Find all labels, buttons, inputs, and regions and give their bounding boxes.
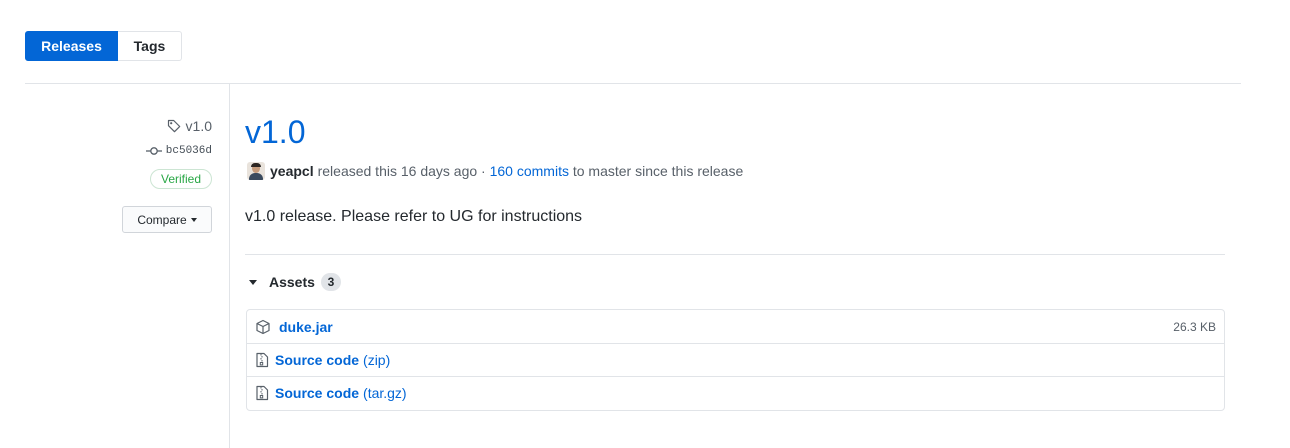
sidebar-tag-label: v1.0	[185, 118, 212, 134]
assets-label: Assets	[269, 274, 315, 290]
verified-badge[interactable]: Verified	[150, 169, 212, 189]
file-zip-icon	[255, 385, 271, 401]
tag-icon	[167, 119, 180, 133]
sidebar-commit-sha: bc5036d	[165, 145, 212, 157]
assets-divider	[245, 254, 1225, 255]
asset-row[interactable]: duke.jar 26.3 KB	[247, 310, 1224, 343]
tab-releases[interactable]: Releases	[25, 31, 118, 61]
caret-down-icon	[249, 279, 257, 285]
avatar[interactable]	[247, 162, 265, 180]
sidebar-divider	[229, 84, 230, 448]
release-tabs: Releases Tags	[25, 31, 182, 61]
asset-size: 26.3 KB	[1173, 319, 1216, 334]
file-zip-icon	[255, 352, 271, 368]
asset-format[interactable]: (zip)	[363, 352, 390, 368]
author-link[interactable]: yeapcl	[270, 163, 314, 179]
commits-link[interactable]: 160 commits	[490, 163, 569, 179]
package-icon	[255, 319, 271, 335]
asset-format[interactable]: (tar.gz)	[363, 385, 407, 401]
commits-suffix: to master since this release	[572, 163, 744, 179]
compare-button[interactable]: Compare	[122, 206, 212, 233]
git-commit-icon	[145, 147, 162, 155]
assets-count-badge: 3	[320, 273, 341, 291]
asset-link[interactable]: Source code	[275, 385, 359, 401]
release-description: v1.0 release. Please refer to UG for ins…	[245, 208, 583, 225]
chevron-down-icon	[190, 217, 197, 222]
header-divider	[25, 83, 1241, 84]
release-title[interactable]: v1.0	[245, 112, 305, 152]
asset-link[interactable]: duke.jar	[279, 319, 333, 335]
tab-tags[interactable]: Tags	[118, 31, 182, 61]
assets-toggle[interactable]: Assets 3	[249, 272, 341, 292]
sidebar-commit-link[interactable]: bc5036d	[145, 145, 212, 157]
asset-row[interactable]: Source code (tar.gz)	[247, 376, 1224, 409]
release-meta: yeapcl released this 16 days ago · 160 c…	[247, 161, 743, 181]
sidebar-tag-link[interactable]: v1.0	[166, 118, 212, 134]
assets-list: duke.jar 26.3 KB Source code (zip) Sourc…	[246, 309, 1225, 411]
asset-link[interactable]: Source code	[275, 352, 359, 368]
released-text: released this 16 days ago ·	[317, 163, 486, 179]
asset-row[interactable]: Source code (zip)	[247, 343, 1224, 376]
compare-label: Compare	[137, 212, 187, 227]
